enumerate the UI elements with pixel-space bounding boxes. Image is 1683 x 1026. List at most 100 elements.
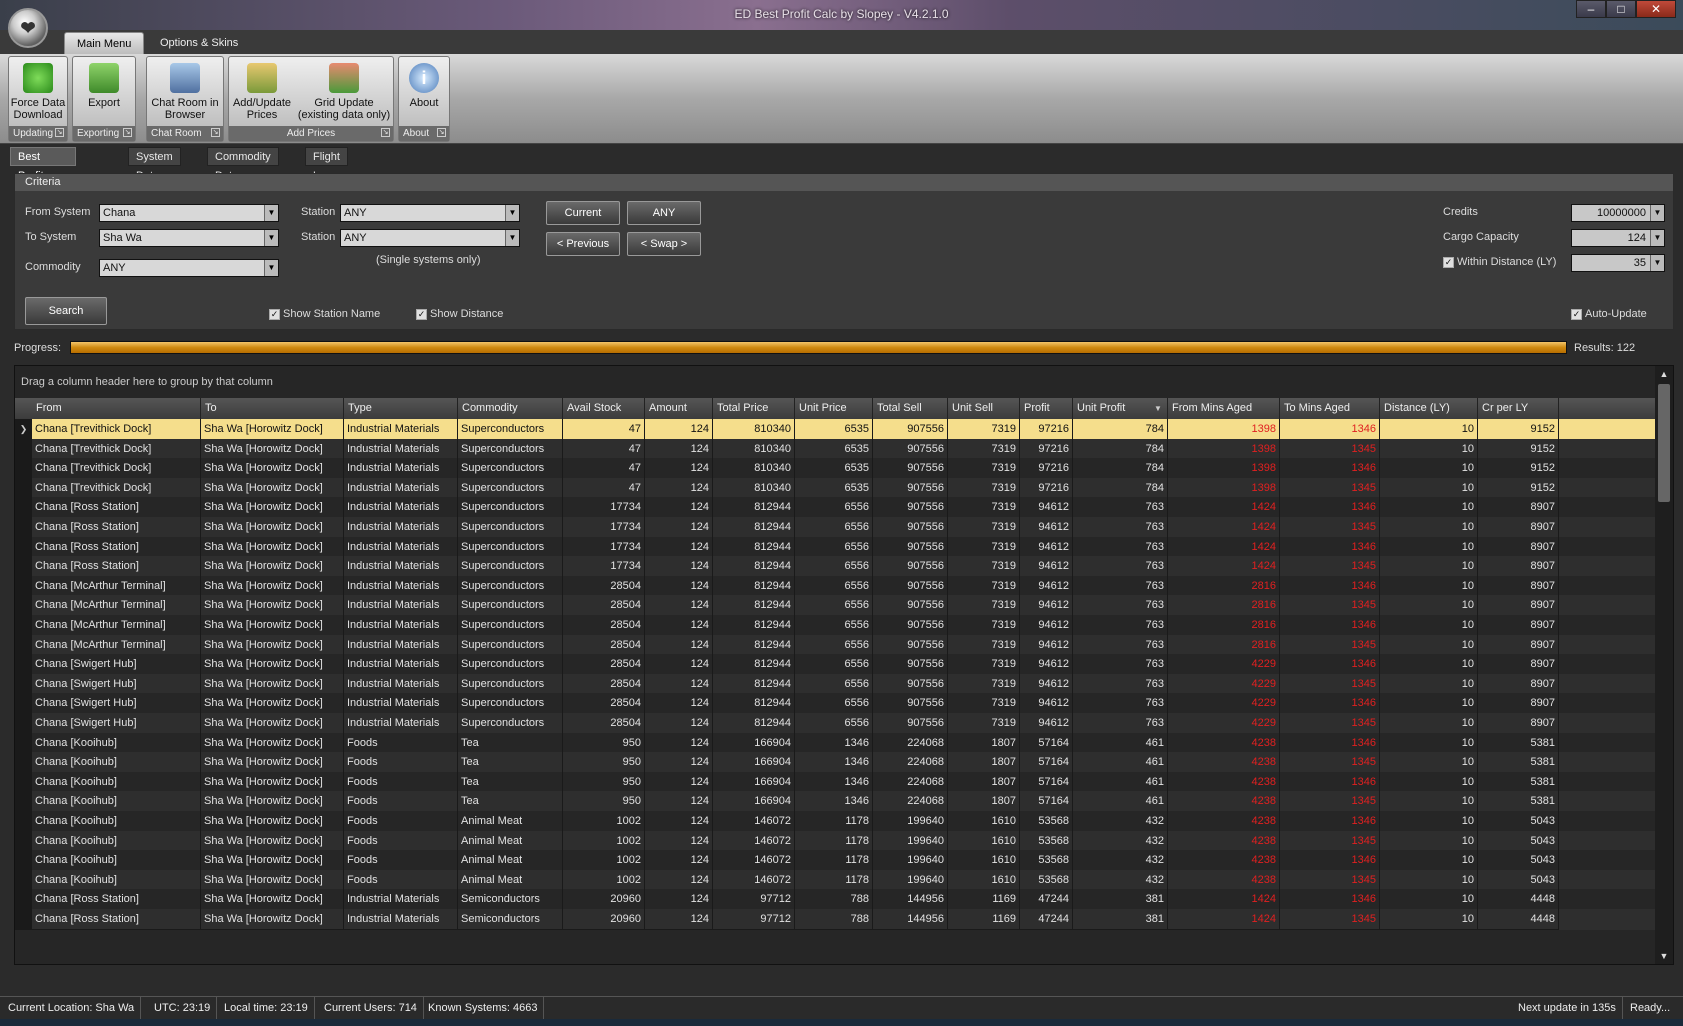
- table-cell[interactable]: 47: [563, 438, 645, 460]
- row-header[interactable]: [15, 830, 32, 852]
- table-row[interactable]: Chana [Ross Station] Sha Wa [Horowitz Doc…: [15, 556, 1655, 578]
- table-cell[interactable]: Tea: [458, 732, 563, 754]
- table-cell[interactable]: 1178: [795, 850, 873, 872]
- table-cell[interactable]: Industrial Materials: [344, 575, 458, 597]
- table-cell[interactable]: 907556: [873, 438, 948, 460]
- table-cell[interactable]: 10: [1380, 654, 1478, 676]
- table-cell[interactable]: 7319: [948, 654, 1020, 676]
- table-cell[interactable]: 1398: [1168, 419, 1280, 440]
- table-cell[interactable]: Industrial Materials: [344, 517, 458, 538]
- table-cell[interactable]: Chana [Ross Station]: [32, 536, 201, 558]
- table-cell[interactable]: Sha Wa [Horowitz Dock]: [201, 575, 344, 597]
- table-cell[interactable]: 7319: [948, 713, 1020, 734]
- table-cell[interactable]: 199640: [873, 830, 948, 852]
- chevron-down-icon[interactable]: ▼: [1650, 205, 1664, 221]
- table-cell[interactable]: 10: [1380, 556, 1478, 578]
- table-cell[interactable]: 10: [1380, 811, 1478, 832]
- chevron-down-icon[interactable]: ▼: [264, 205, 278, 221]
- table-cell[interactable]: Semiconductors: [458, 889, 563, 911]
- minimize-button[interactable]: –: [1576, 0, 1606, 18]
- dialog-launcher-icon[interactable]: ↘: [123, 128, 132, 137]
- row-header[interactable]: [15, 556, 32, 578]
- table-cell[interactable]: Chana [Kooihub]: [32, 850, 201, 872]
- table-cell[interactable]: 1169: [948, 889, 1020, 911]
- table-row[interactable]: Chana [Trevithick Dock] Sha Wa [Horowitz …: [15, 438, 1655, 460]
- table-cell[interactable]: Chana [Trevithick Dock]: [32, 419, 201, 440]
- table-cell[interactable]: 124: [645, 556, 713, 578]
- table-cell[interactable]: 1346: [1280, 811, 1380, 832]
- table-cell[interactable]: 94612: [1020, 575, 1073, 597]
- add-update-prices-button[interactable]: Add/Update Prices: [229, 61, 295, 125]
- table-cell[interactable]: 124: [645, 909, 713, 930]
- tab-best-profit-calculator[interactable]: Best Profit Calculator: [10, 147, 76, 201]
- table-cell[interactable]: Superconductors: [458, 497, 563, 519]
- table-cell[interactable]: 10: [1380, 752, 1478, 774]
- table-cell[interactable]: 7319: [948, 575, 1020, 597]
- table-cell[interactable]: 907556: [873, 419, 948, 440]
- table-cell[interactable]: 144956: [873, 909, 948, 930]
- table-cell[interactable]: 28504: [563, 673, 645, 695]
- table-cell[interactable]: 1346: [1280, 536, 1380, 558]
- table-cell[interactable]: Chana [Ross Station]: [32, 517, 201, 538]
- table-cell[interactable]: 1346: [1280, 850, 1380, 872]
- sort-descending-icon[interactable]: ▼: [1154, 398, 1162, 419]
- table-row[interactable]: Chana [Swigert Hub] Sha Wa [Horowitz Dock…: [15, 693, 1655, 715]
- table-cell[interactable]: Sha Wa [Horowitz Dock]: [201, 909, 344, 930]
- table-cell[interactable]: Sha Wa [Horowitz Dock]: [201, 791, 344, 813]
- row-header[interactable]: [15, 438, 32, 460]
- row-header[interactable]: [15, 517, 32, 538]
- table-cell[interactable]: Sha Wa [Horowitz Dock]: [201, 654, 344, 676]
- table-cell[interactable]: Animal Meat: [458, 811, 563, 832]
- table-cell[interactable]: 166904: [713, 732, 795, 754]
- table-cell[interactable]: 8907: [1478, 634, 1559, 656]
- column-header-from-mins-aged[interactable]: From Mins Aged: [1168, 398, 1280, 419]
- table-cell[interactable]: 907556: [873, 634, 948, 656]
- table-cell[interactable]: Superconductors: [458, 419, 563, 440]
- table-row[interactable]: Chana [Trevithick Dock] Sha Wa [Horowitz …: [15, 477, 1655, 499]
- table-cell[interactable]: 950: [563, 752, 645, 774]
- table-cell[interactable]: 10: [1380, 477, 1478, 499]
- table-cell[interactable]: Superconductors: [458, 536, 563, 558]
- table-cell[interactable]: 907556: [873, 693, 948, 715]
- table-cell[interactable]: 461: [1073, 771, 1168, 793]
- table-cell[interactable]: 124: [645, 732, 713, 754]
- table-cell[interactable]: 6556: [795, 536, 873, 558]
- table-cell[interactable]: 763: [1073, 693, 1168, 715]
- table-cell[interactable]: 1345: [1280, 438, 1380, 460]
- table-cell[interactable]: 4238: [1168, 830, 1280, 852]
- table-cell[interactable]: Chana [Swigert Hub]: [32, 713, 201, 734]
- table-cell[interactable]: 5043: [1478, 830, 1559, 852]
- table-cell[interactable]: 1346: [1280, 458, 1380, 480]
- table-cell[interactable]: 1398: [1168, 477, 1280, 499]
- table-cell[interactable]: 28504: [563, 615, 645, 636]
- table-cell[interactable]: 94612: [1020, 517, 1073, 538]
- table-cell[interactable]: 17734: [563, 536, 645, 558]
- table-cell[interactable]: Chana [Kooihub]: [32, 869, 201, 891]
- table-cell[interactable]: 1424: [1168, 889, 1280, 911]
- table-row[interactable]: Chana [McArthur Terminal] Sha Wa [Horowit…: [15, 634, 1655, 656]
- table-cell[interactable]: 124: [645, 811, 713, 832]
- table-cell[interactable]: Semiconductors: [458, 909, 563, 930]
- table-cell[interactable]: 907556: [873, 477, 948, 499]
- table-cell[interactable]: Chana [Trevithick Dock]: [32, 477, 201, 499]
- table-cell[interactable]: 10: [1380, 517, 1478, 538]
- table-row[interactable]: Chana [Swigert Hub] Sha Wa [Horowitz Dock…: [15, 713, 1655, 734]
- table-cell[interactable]: 1346: [1280, 732, 1380, 754]
- table-cell[interactable]: 810340: [713, 438, 795, 460]
- show-distance-checkbox[interactable]: ✓ Show Distance: [416, 308, 503, 320]
- table-cell[interactable]: 10: [1380, 869, 1478, 891]
- table-cell[interactable]: Chana [Ross Station]: [32, 556, 201, 578]
- table-cell[interactable]: 17734: [563, 497, 645, 519]
- row-header[interactable]: [15, 458, 32, 480]
- table-cell[interactable]: Foods: [344, 771, 458, 793]
- table-cell[interactable]: 57164: [1020, 752, 1073, 774]
- table-cell[interactable]: 2816: [1168, 634, 1280, 656]
- table-cell[interactable]: 17734: [563, 517, 645, 538]
- table-cell[interactable]: 20960: [563, 909, 645, 930]
- row-header[interactable]: [15, 595, 32, 617]
- tab-flight-log[interactable]: Flight Log: [305, 147, 348, 182]
- table-cell[interactable]: 28504: [563, 634, 645, 656]
- table-cell[interactable]: 224068: [873, 791, 948, 813]
- table-cell[interactable]: 432: [1073, 850, 1168, 872]
- table-cell[interactable]: 10: [1380, 458, 1478, 480]
